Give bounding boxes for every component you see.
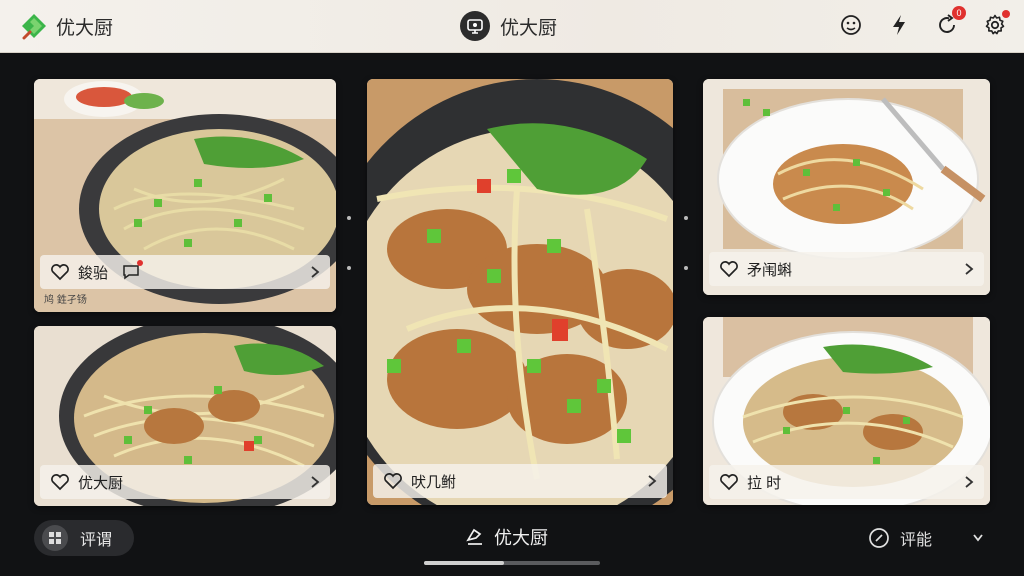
card-title: 拉 时 xyxy=(747,474,782,492)
card-title: 优大厨 xyxy=(78,474,124,492)
app-title: 优大厨 xyxy=(56,17,114,39)
card-caption: 拉 时 xyxy=(709,465,984,499)
pager-dot xyxy=(347,266,351,270)
card-title: 吠几鲋 xyxy=(411,473,457,491)
top-bar: 优大厨 优大厨 0 xyxy=(0,0,1024,53)
chef-hat-icon xyxy=(466,528,482,545)
chevron-right-icon[interactable] xyxy=(310,475,320,489)
bottom-center-brand[interactable]: 优大厨 xyxy=(464,524,548,550)
top-actions: 0 xyxy=(838,6,1010,38)
chevron-right-icon[interactable] xyxy=(964,262,974,276)
food-photo xyxy=(367,79,673,505)
pager-dot xyxy=(684,266,688,270)
center-brand[interactable]: 优大厨 xyxy=(460,11,557,41)
bottom-right-action[interactable]: 评能 xyxy=(868,526,984,550)
heart-icon[interactable] xyxy=(50,263,70,281)
smiley-icon[interactable] xyxy=(838,12,864,38)
home-indicator-segment xyxy=(424,561,504,565)
pager-dot xyxy=(347,216,351,220)
notification-badge: 0 xyxy=(952,6,966,20)
card-caption: 矛闱蝌 xyxy=(709,252,984,286)
recipe-card[interactable]: 优大厨 xyxy=(34,326,336,506)
app-logo-icon xyxy=(20,12,48,40)
gear-icon[interactable] xyxy=(982,10,1010,38)
chevron-right-icon[interactable] xyxy=(964,475,974,489)
edit-circle-icon xyxy=(869,528,889,548)
card-title: 矛闱蝌 xyxy=(747,261,793,279)
comment-icon[interactable] xyxy=(122,260,144,281)
bottom-right-label: 评能 xyxy=(899,532,932,549)
settings-dot-badge xyxy=(1002,10,1010,18)
heart-icon[interactable] xyxy=(719,260,739,278)
center-title: 优大厨 xyxy=(500,17,558,39)
refresh-icon[interactable]: 0 xyxy=(934,6,966,38)
recipe-card-featured[interactable]: 吠几鲋 xyxy=(367,79,673,505)
chevron-right-icon[interactable] xyxy=(310,265,320,279)
app-logo[interactable]: 优大厨 xyxy=(20,12,113,40)
bottom-left-label: 评谓 xyxy=(80,532,113,549)
chevron-right-icon[interactable] xyxy=(647,474,657,488)
lightning-icon[interactable] xyxy=(886,12,912,38)
screen-chef-icon xyxy=(460,11,490,41)
card-title: 鋑骀 xyxy=(78,264,109,282)
recipe-card[interactable]: 鋑骀 鸠 鉎孑钖 xyxy=(34,79,336,312)
chevron-down-icon[interactable] xyxy=(972,531,984,545)
recipe-card[interactable]: 矛闱蝌 xyxy=(703,79,990,295)
recipe-card[interactable]: 拉 时 xyxy=(703,317,990,505)
card-subtitle: 鸠 鉎孑钖 xyxy=(44,295,87,306)
card-caption: 吠几鲋 xyxy=(373,464,667,498)
card-caption: 鋑骀 xyxy=(40,255,330,289)
pager-dot xyxy=(684,216,688,220)
bottom-left-button[interactable]: 评谓 xyxy=(34,520,134,556)
home-indicator[interactable] xyxy=(424,561,600,565)
grid-icon xyxy=(42,525,68,551)
heart-icon[interactable] xyxy=(719,473,739,491)
bottom-center-label: 优大厨 xyxy=(494,528,548,548)
heart-icon[interactable] xyxy=(383,472,403,490)
card-caption: 优大厨 xyxy=(40,465,330,499)
heart-icon[interactable] xyxy=(50,473,70,491)
